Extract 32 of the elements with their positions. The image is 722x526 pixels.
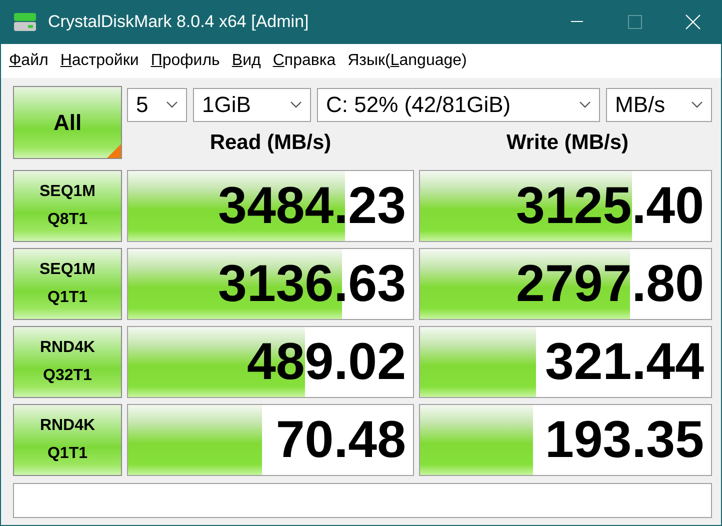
all-button[interactable]: All — [13, 86, 122, 159]
result-value: 70.48 — [276, 410, 407, 470]
menu-item[interactable]: Профиль — [150, 52, 220, 70]
chevron-down-icon — [290, 101, 302, 109]
result-value: 489.02 — [246, 332, 407, 392]
test-button[interactable]: RND4K Q1T1 — [13, 404, 122, 476]
menu-item[interactable]: Настройки — [60, 52, 139, 70]
test-button[interactable]: SEQ1M Q8T1 — [13, 170, 122, 242]
chevron-down-icon — [691, 101, 703, 109]
menu-item[interactable]: Справка — [272, 52, 336, 70]
chevron-down-icon — [166, 101, 178, 109]
minimize-icon — [571, 21, 583, 23]
corner-triangle-icon — [107, 144, 121, 158]
dropdown[interactable]: C: 52% (42/81GiB) — [317, 88, 600, 122]
disk-drive-icon — [12, 11, 38, 33]
dropdown[interactable]: 1GiB — [193, 88, 311, 122]
result-value: 321.44 — [544, 332, 705, 392]
maximize-icon — [628, 15, 642, 29]
column-header: Write (MB/s) — [506, 131, 629, 155]
window-title: CrystalDiskMark 8.0.4 x64 [Admin] — [48, 12, 309, 32]
chevron-down-icon — [579, 101, 591, 109]
menu-item[interactable]: Вид — [232, 52, 261, 70]
dropdown[interactable]: MB/s — [606, 88, 712, 122]
close-icon — [685, 14, 701, 30]
dropdown[interactable]: 5 — [127, 88, 187, 122]
menu-item[interactable]: Язык(Language) — [348, 52, 467, 70]
test-button[interactable]: SEQ1M Q1T1 — [13, 248, 122, 320]
test-button[interactable]: RND4K Q32T1 — [13, 326, 122, 398]
column-header: Read (MB/s) — [210, 131, 332, 155]
menu-item[interactable]: Файл — [9, 52, 48, 70]
comment-field[interactable] — [13, 483, 712, 518]
result-value: 193.35 — [544, 410, 705, 470]
